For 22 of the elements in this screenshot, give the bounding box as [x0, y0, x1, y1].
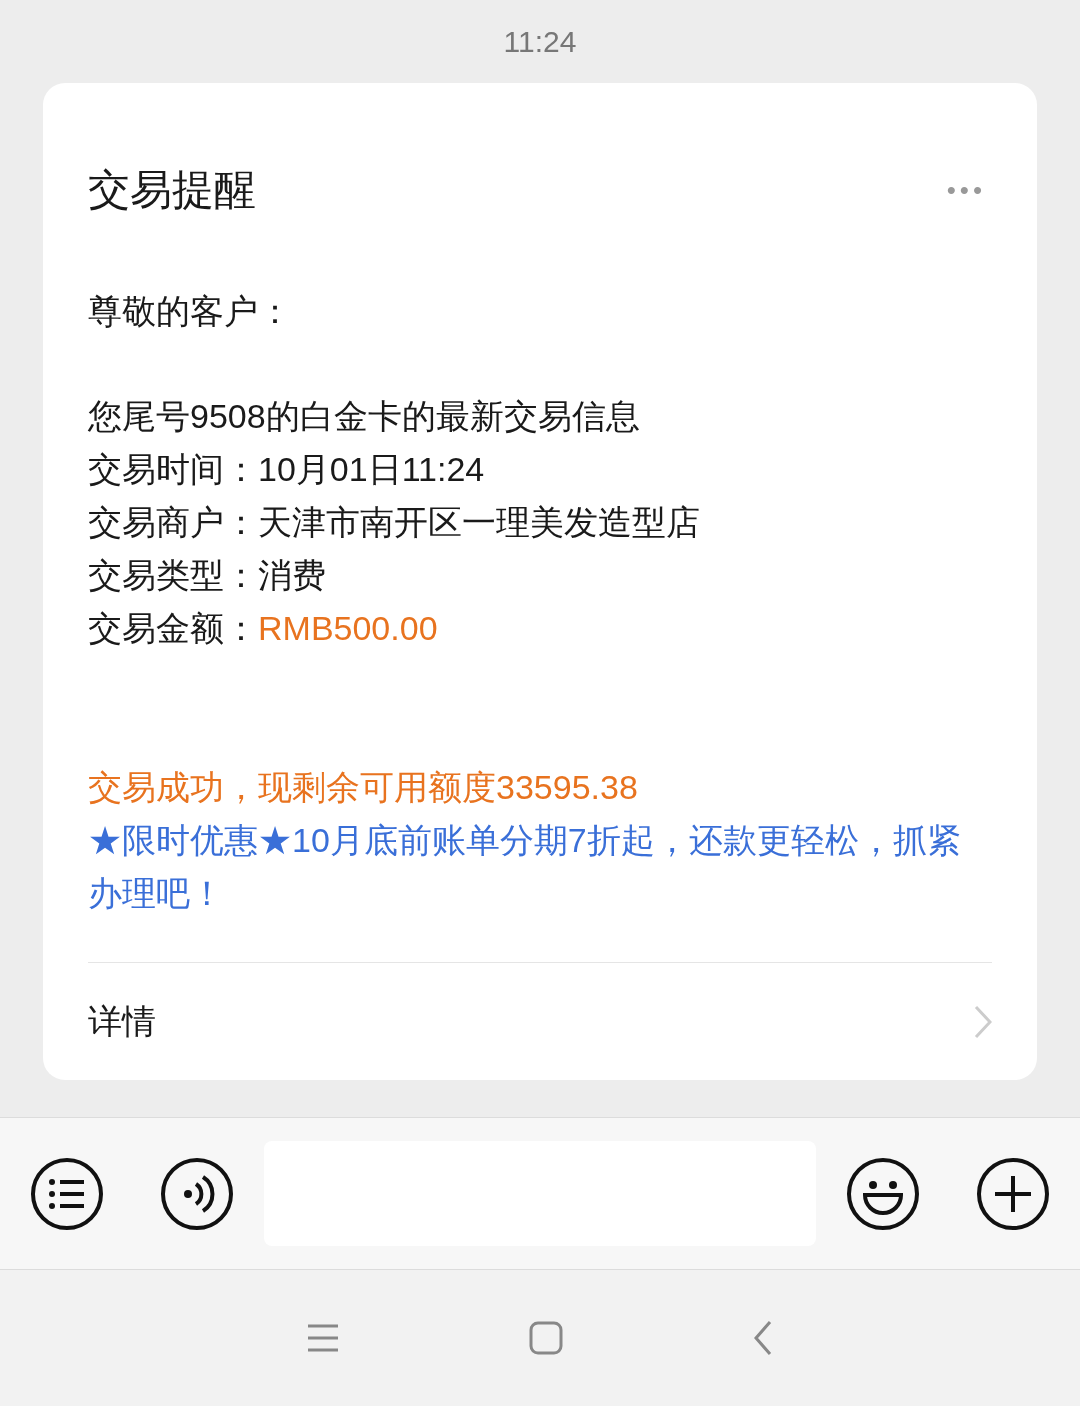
field-label: 交易金额：: [88, 608, 258, 650]
field-value: 10月01日11:24: [258, 449, 485, 491]
field-label: 交易类型：: [88, 555, 258, 597]
smiley-icon[interactable]: [846, 1156, 920, 1231]
message-time: 11:24: [503, 24, 577, 60]
chevron-right-icon: [974, 1004, 992, 1039]
menu-icon[interactable]: [30, 1156, 104, 1231]
voice-icon[interactable]: [160, 1156, 234, 1231]
field-value: RMB500.00: [258, 608, 438, 650]
field-value: 消费: [258, 555, 326, 597]
greeting-text: 尊敬的客户：: [88, 291, 293, 333]
intro-text: 您尾号9508的白金卡的最新交易信息: [88, 396, 641, 438]
message-paragraph: ★限时优惠★10月底前账单分期7折起，还款更轻松，抓紧办理吧！: [88, 820, 962, 915]
field-value: 天津市南开区一理美发造型店: [258, 502, 700, 544]
message-paragraph: 交易成功，现剩余可用额度33595.38: [88, 767, 639, 809]
home-icon[interactable]: [529, 1321, 563, 1356]
details-link[interactable]: 详情: [88, 996, 156, 1048]
field-label: 交易时间：: [88, 449, 258, 491]
back-icon[interactable]: [753, 1320, 773, 1357]
card-title: 交易提醒: [88, 165, 256, 215]
plus-icon[interactable]: [976, 1156, 1050, 1231]
field-label: 交易商户：: [88, 502, 258, 544]
